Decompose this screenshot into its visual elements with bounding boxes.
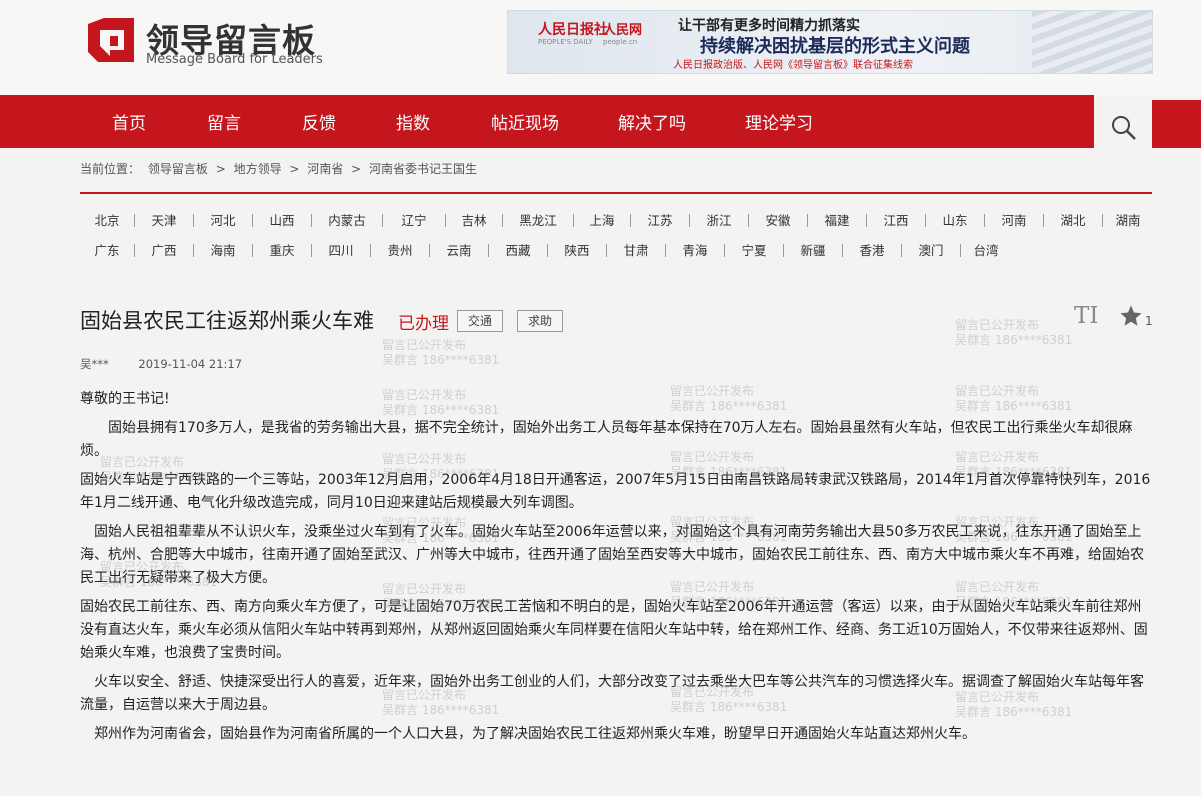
breadcrumb-item-leader[interactable]: 河南省委书记王国生 xyxy=(369,162,477,176)
province-link[interactable]: 天津 xyxy=(135,214,194,227)
site-name-en: Message Board for Leaders xyxy=(146,52,323,67)
province-link[interactable]: 宁夏 xyxy=(725,244,784,257)
post-paragraph: 火车以安全、舒适、快捷深受出行人的喜爱，近年来，固始外出务工创业的人们，大部分改… xyxy=(80,674,1144,713)
province-link[interactable]: 山东 xyxy=(926,214,985,227)
province-link[interactable]: 青海 xyxy=(666,244,725,257)
breadcrumb: 当前位置： 领导留言板 > 地方领导 > 河南省 > 河南省委书记王国生 xyxy=(80,160,481,177)
breadcrumb-item-local[interactable]: 地方领导 xyxy=(234,162,282,176)
province-list-row2: 广东 广西 海南 重庆 四川 贵州 云南 西藏 陕西 甘肃 青海 宁夏 新疆 香港 澳门 台湾 xyxy=(80,243,1152,258)
nav-onsite[interactable]: 帖近现场 xyxy=(491,109,559,134)
province-link[interactable]: 海南 xyxy=(194,244,253,257)
search-icon xyxy=(1112,116,1136,140)
province-link[interactable]: 山西 xyxy=(253,214,312,227)
banner-brand-peoples-daily: 人民日报社 xyxy=(538,22,608,38)
nav-index[interactable]: 指数 xyxy=(396,109,430,134)
watermark-line2: 吴群言 186****6381 xyxy=(955,333,1073,347)
post-body: 尊敬的王书记! 固始县拥有170多万人，是我省的劳务输出大县，据不完全统计，固始… xyxy=(80,388,1155,752)
banner-headline: 持续解决困扰基层的形式主义问题 xyxy=(700,36,970,57)
province-link[interactable]: 广东 xyxy=(80,244,135,257)
province-link[interactable]: 香港 xyxy=(843,244,902,257)
province-link[interactable]: 陕西 xyxy=(548,244,607,257)
search-button[interactable] xyxy=(1094,100,1152,148)
banner-brand-peoples-daily-sub: PEOPLE'S DAILY xyxy=(538,38,593,46)
province-link[interactable]: 黑龙江 xyxy=(503,214,574,227)
section-divider xyxy=(80,192,1152,194)
nav-feedback[interactable]: 反馈 xyxy=(302,109,336,134)
province-link[interactable]: 河北 xyxy=(194,214,253,227)
breadcrumb-sep: > xyxy=(215,162,226,176)
status-badge: 已办理 xyxy=(398,314,449,334)
tag-traffic[interactable]: 交通 xyxy=(457,310,504,332)
province-link[interactable]: 贵州 xyxy=(371,244,430,257)
font-size-icon[interactable]: TI xyxy=(1074,303,1098,329)
promo-banner[interactable]: 人民日报社 PEOPLE'S DAILY 人民网 people.cn 让干部有更… xyxy=(507,10,1153,74)
breadcrumb-sep: > xyxy=(289,162,300,176)
watermark-line1: 留言已公开发布 xyxy=(955,318,1040,332)
province-link[interactable]: 安徽 xyxy=(749,214,808,227)
province-link[interactable]: 澳门 xyxy=(902,244,961,257)
main-nav: 首页 留言 反馈 指数 帖近现场 解决了吗 理论学习 xyxy=(0,95,1094,148)
favorite-count: 1 xyxy=(1145,314,1153,328)
watermark: 留言已公开发布 吴群言 186****6381 xyxy=(955,318,1072,348)
watermark-line1: 留言已公开发布 xyxy=(382,338,467,352)
breadcrumb-sep: > xyxy=(351,162,362,176)
post-paragraph: 固始农民工前往东、西、南方向乘火车方便了，可是让固始70万农民工苦恼和不明白的是… xyxy=(80,599,1148,661)
province-list-row1: 北京 天津 河北 山西 内蒙古 辽宁 吉林 黑龙江 上海 江苏 浙江 安徽 福建 江西 山东 河南 湖北 湖南 xyxy=(80,213,1152,228)
site-logo-icon[interactable] xyxy=(86,16,136,64)
province-link[interactable]: 重庆 xyxy=(253,244,312,257)
province-link[interactable]: 江苏 xyxy=(631,214,690,227)
watermark-line2: 吴群言 186****6381 xyxy=(382,353,500,367)
breadcrumb-item-province[interactable]: 河南省 xyxy=(307,162,343,176)
watermark: 留言已公开发布 吴群言 186****6381 xyxy=(382,338,499,368)
post-author: 吴*** xyxy=(80,357,109,371)
province-link[interactable]: 北京 xyxy=(80,214,135,227)
province-link[interactable]: 内蒙古 xyxy=(312,214,383,227)
province-link[interactable]: 吉林 xyxy=(446,214,503,227)
banner-line3: 人民日报政治版、人民网《领导留言板》联合征集线索 xyxy=(673,60,913,71)
post-paragraph: 固始火车站是宁西铁路的一个三等站，2003年12月启用，2006年4月18日开通… xyxy=(80,472,1151,511)
province-link[interactable]: 新疆 xyxy=(784,244,843,257)
banner-brand-people-cn-sub: people.cn xyxy=(603,38,638,46)
post-paragraph: 固始县拥有170多万人，是我省的劳务输出大县，据不完全统计，固始外出务工人员每年… xyxy=(80,420,1133,459)
province-link[interactable]: 湖南 xyxy=(1103,214,1153,227)
post-title: 固始县农民工往返郑州乘火车难 xyxy=(80,309,374,333)
post-paragraph: 郑州作为河南省会，固始县作为河南省所属的一个人口大县，为了解决固始农民工往返郑州… xyxy=(80,726,976,742)
nav-home[interactable]: 首页 xyxy=(112,109,146,134)
province-link[interactable]: 湖北 xyxy=(1044,214,1103,227)
banner-decoration xyxy=(1032,11,1152,73)
tag-help[interactable]: 求助 xyxy=(517,310,564,332)
post-date: 2019-11-04 21:17 xyxy=(138,357,243,371)
breadcrumb-item-board[interactable]: 领导留言板 xyxy=(148,162,208,176)
province-link[interactable]: 河南 xyxy=(985,214,1044,227)
breadcrumb-prefix: 当前位置： xyxy=(80,162,141,176)
nav-bar-end xyxy=(1152,100,1201,148)
province-link[interactable]: 江西 xyxy=(867,214,926,227)
province-link[interactable]: 辽宁 xyxy=(383,214,446,227)
province-link[interactable]: 云南 xyxy=(430,244,489,257)
province-link[interactable]: 上海 xyxy=(574,214,631,227)
province-link[interactable]: 台湾 xyxy=(961,244,1011,257)
province-link[interactable]: 福建 xyxy=(808,214,867,227)
post-paragraph: 固始人民祖祖辈辈从不认识火车，没乘坐过火车到有了火车。固始火车站至2006年运营… xyxy=(80,524,1144,586)
banner-brand-people-cn: 人民网 xyxy=(603,23,643,38)
province-link[interactable]: 广西 xyxy=(135,244,194,257)
post-meta: 吴*** 2019-11-04 21:17 xyxy=(80,356,242,372)
nav-theory[interactable]: 理论学习 xyxy=(745,109,813,134)
post-greeting: 尊敬的王书记! xyxy=(80,391,170,407)
province-link[interactable]: 四川 xyxy=(312,244,371,257)
nav-resolved[interactable]: 解决了吗 xyxy=(618,109,686,134)
favorite-star-icon[interactable] xyxy=(1119,304,1143,328)
province-link[interactable]: 西藏 xyxy=(489,244,548,257)
province-link[interactable]: 甘肃 xyxy=(607,244,666,257)
province-link[interactable]: 浙江 xyxy=(690,214,749,227)
nav-messages[interactable]: 留言 xyxy=(207,109,241,134)
